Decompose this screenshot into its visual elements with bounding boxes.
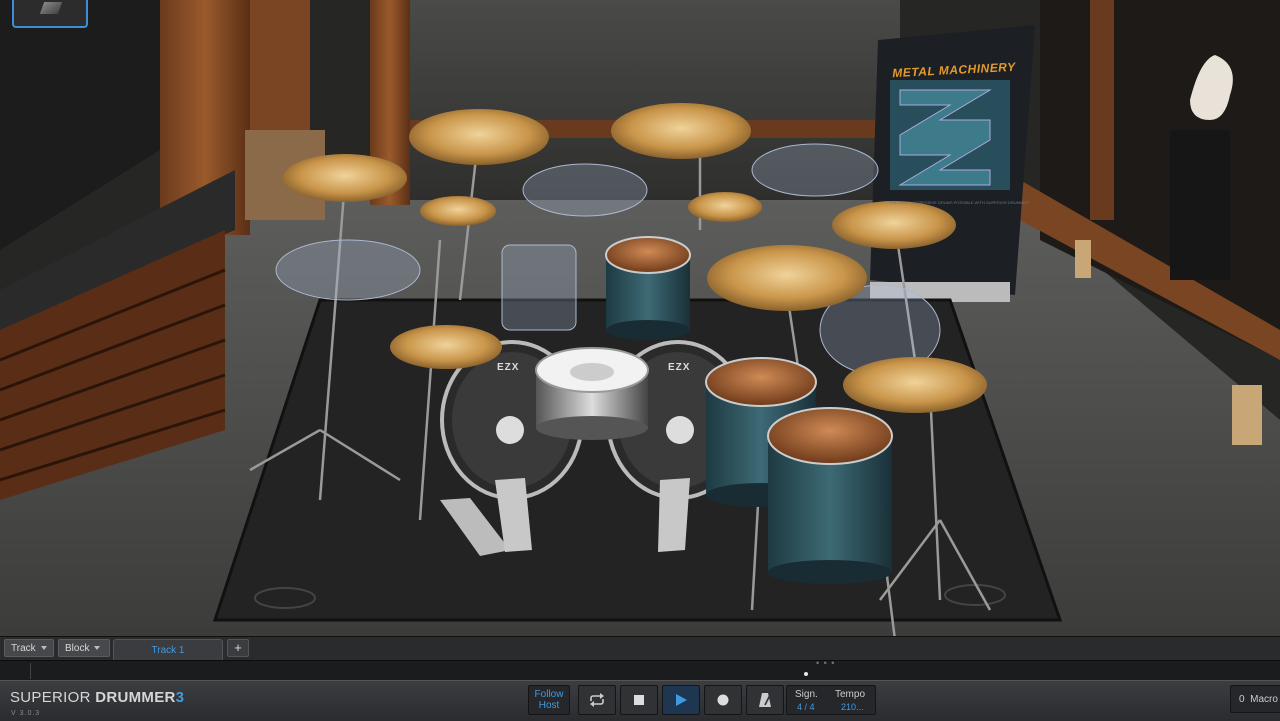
metronome-icon <box>759 693 771 707</box>
host-label: Host <box>538 700 560 711</box>
drum-kit-scene <box>0 0 1280 636</box>
chevron-down-icon <box>94 646 101 651</box>
block-menu-button[interactable]: Block <box>58 639 110 657</box>
tempo-label: Tempo <box>835 689 866 700</box>
track-bar: Track Block Track 1 + <box>0 636 1280 661</box>
resize-handle[interactable]: • • • <box>816 659 835 668</box>
drum-room-view: METAL MACHINERY THE MOST AGGRESSIVE DRUM… <box>0 0 1280 636</box>
stop-icon <box>634 695 644 705</box>
brand-number: 3 <box>175 689 185 706</box>
signature-label: Sign. <box>795 689 818 700</box>
signature-tempo-display[interactable]: Sign. 4 / 4 Tempo 210... <box>786 685 876 715</box>
brand-drummer: DRUMMER <box>95 689 176 706</box>
timeline-start-marker <box>30 663 31 679</box>
banner-subtitle: THE MOST AGGRESSIVE DRUMS POSSIBLE WITH … <box>889 200 1029 205</box>
play-icon <box>676 694 687 706</box>
tab-track-1[interactable]: Track 1 <box>113 639 223 661</box>
follow-host-button[interactable]: Follow Host <box>528 685 570 715</box>
track-menu-label: Track <box>11 643 36 654</box>
cube-icon <box>39 2 63 14</box>
kit-selector-button[interactable] <box>12 0 88 28</box>
play-button[interactable] <box>662 685 700 715</box>
transport-bar: SUPERIOR DRUMMER3 V 3.0.3 Follow Host Si… <box>0 680 1280 721</box>
block-menu-label: Block <box>65 643 90 654</box>
follow-label: Follow <box>534 689 564 700</box>
record-icon <box>717 694 729 706</box>
version-label: V 3.0.3 <box>11 710 41 717</box>
loop-icon <box>590 693 604 707</box>
song-timeline[interactable]: • • • <box>0 659 1280 681</box>
macro-count: 0 <box>1239 694 1245 705</box>
tempo-value: 210... <box>841 702 864 712</box>
chevron-down-icon <box>40 646 47 651</box>
macro-label: Macro <box>1250 694 1278 705</box>
add-track-button[interactable]: + <box>227 639 249 657</box>
stop-button[interactable] <box>620 685 658 715</box>
playhead[interactable] <box>804 672 808 676</box>
app-brand: SUPERIOR DRUMMER3 <box>10 689 184 706</box>
metronome-button[interactable] <box>746 685 784 715</box>
brand-superior: SUPERIOR <box>10 689 91 706</box>
track-menu-button[interactable]: Track <box>4 639 54 657</box>
kick-label-left: EZX <box>497 362 520 373</box>
loop-button[interactable] <box>578 685 616 715</box>
kick-label-right: EZX <box>668 362 691 373</box>
signature-value: 4 / 4 <box>797 702 815 712</box>
macro-button[interactable]: 0 Macro <box>1230 685 1280 713</box>
record-button[interactable] <box>704 685 742 715</box>
